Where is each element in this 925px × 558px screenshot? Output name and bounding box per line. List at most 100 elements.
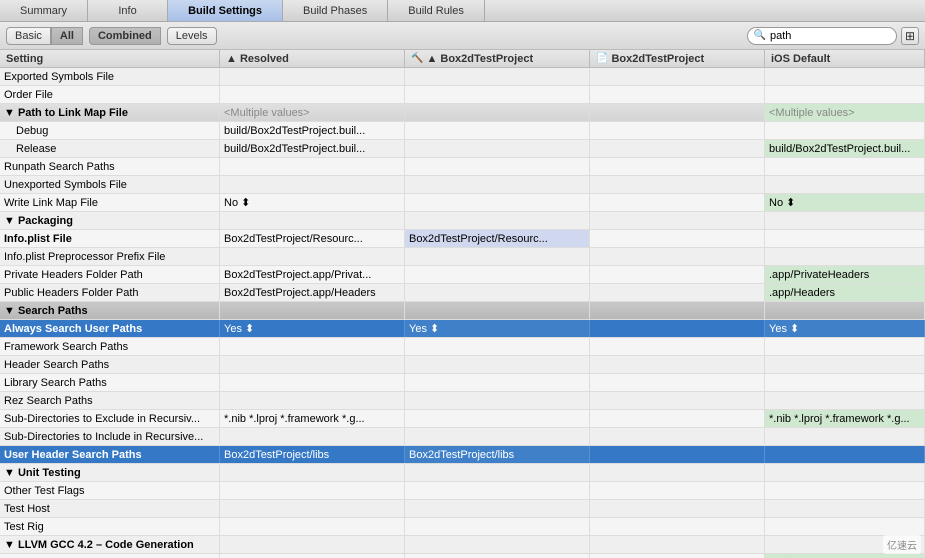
col-setting: Setting xyxy=(0,50,220,67)
cell-proj1 xyxy=(405,464,590,481)
cell-setting: ▼ Packaging xyxy=(0,212,220,229)
cell-setting: Header Search Paths xyxy=(0,356,220,373)
section-llvm: ▼ LLVM GCC 4.2 – Code Generation xyxy=(0,536,925,554)
table-row: Unexported Symbols File xyxy=(0,176,925,194)
table-row: Public Headers Folder Path Box2dTestProj… xyxy=(0,284,925,302)
cell-ios xyxy=(765,392,925,409)
cell-proj1 xyxy=(405,158,590,175)
cell-proj1 xyxy=(405,374,590,391)
cell-resolved: Box2dTestProject/libs xyxy=(220,446,405,463)
cell-setting: Order File xyxy=(0,86,220,103)
all-button[interactable]: All xyxy=(51,27,83,45)
cell-proj1 xyxy=(405,500,590,517)
table-row: Sub-Directories to Include in Recursive.… xyxy=(0,428,925,446)
cell-proj2 xyxy=(590,68,765,85)
cell-resolved: Box2dTestProject.app/Headers xyxy=(220,284,405,301)
section-search-paths: ▼ Search Paths xyxy=(0,302,925,320)
table-row: Info.plist File Box2dTestProject/Resourc… xyxy=(0,230,925,248)
cell-proj1 xyxy=(405,554,590,558)
cell-proj1 xyxy=(405,140,590,157)
cell-proj2 xyxy=(590,482,765,499)
table-row: Private Headers Folder Path Box2dTestPro… xyxy=(0,266,925,284)
cell-proj2 xyxy=(590,320,765,337)
table-row-user-header: User Header Search Paths Box2dTestProjec… xyxy=(0,446,925,464)
cell-proj2 xyxy=(590,104,765,121)
cell-resolved xyxy=(220,392,405,409)
cell-proj1 xyxy=(405,212,590,229)
cell-resolved: Box2dTestProject/Resourc... xyxy=(220,230,405,247)
cell-proj1 xyxy=(405,392,590,409)
cell-proj2 xyxy=(590,248,765,265)
cell-ios: .app/PrivateHeaders xyxy=(765,266,925,283)
tab-summary[interactable]: Summary xyxy=(0,0,88,21)
cell-resolved: *.nib *.lproj *.framework *.g... xyxy=(220,410,405,427)
cell-setting: Release xyxy=(0,140,220,157)
search-box: 🔍 xyxy=(747,27,897,45)
cell-setting: Public Headers Folder Path xyxy=(0,284,220,301)
cell-proj1 xyxy=(405,410,590,427)
cell-setting: Framework Search Paths xyxy=(0,338,220,355)
basic-button[interactable]: Basic xyxy=(6,27,51,45)
cell-proj1: Yes ⬍ xyxy=(405,320,590,337)
table-row: Debug build/Box2dTestProject.buil... xyxy=(0,122,925,140)
filter-button[interactable]: ⊞ xyxy=(901,27,919,45)
cell-resolved: build/Box2dTestProject.buil... xyxy=(220,140,405,157)
cell-setting: Write Link Map File xyxy=(0,194,220,211)
table-row: Test Host xyxy=(0,500,925,518)
cell-ios xyxy=(765,374,925,391)
cell-ios xyxy=(765,500,925,517)
cell-setting: Test Rig xyxy=(0,518,220,535)
column-headers: Setting ▲ Resolved 🔨 ▲ Box2dTestProject … xyxy=(0,50,925,68)
tab-build-settings[interactable]: Build Settings xyxy=(168,0,283,21)
top-tabs-bar: Summary Info Build Settings Build Phases… xyxy=(0,0,925,22)
table-row: Runpath Search Paths xyxy=(0,158,925,176)
cell-ios: No ⬍ xyxy=(765,194,925,211)
cell-ios xyxy=(765,338,925,355)
cell-proj2 xyxy=(590,302,765,319)
cell-proj1 xyxy=(405,86,590,103)
col-box2d1: 🔨 ▲ Box2dTestProject xyxy=(405,50,590,67)
table-row-always-search: Always Search User Paths Yes ⬍ Yes ⬍ Yes… xyxy=(0,320,925,338)
cell-ios xyxy=(765,68,925,85)
levels-button[interactable]: Levels xyxy=(167,27,217,45)
cell-setting: Other Test Flags xyxy=(0,482,220,499)
section-packaging: ▼ Packaging xyxy=(0,212,925,230)
cell-proj1 xyxy=(405,338,590,355)
cell-proj1 xyxy=(405,302,590,319)
cell-proj1: Box2dTestProject/libs xyxy=(405,446,590,463)
cell-setting: Test Host xyxy=(0,500,220,517)
table-row: Write Link Map File No ⬍ No ⬍ xyxy=(0,194,925,212)
table-row: Other Test Flags xyxy=(0,482,925,500)
cell-setting: Private Headers Folder Path xyxy=(0,266,220,283)
cell-setting: Rez Search Paths xyxy=(0,392,220,409)
cell-proj2 xyxy=(590,86,765,103)
toolbar: Basic All Combined Levels 🔍 ⊞ xyxy=(0,22,925,50)
tab-build-rules[interactable]: Build Rules xyxy=(388,0,485,21)
cell-proj2 xyxy=(590,428,765,445)
cell-resolved xyxy=(220,212,405,229)
cell-proj2 xyxy=(590,356,765,373)
cell-ios: *.nib *.lproj *.framework *.g... xyxy=(765,410,925,427)
table-row: Sub-Directories to Exclude in Recursiv..… xyxy=(0,410,925,428)
cell-resolved xyxy=(220,158,405,175)
cell-proj2 xyxy=(590,338,765,355)
cell-proj2 xyxy=(590,122,765,139)
cell-resolved: Box2dTestProject.app/Privat... xyxy=(220,266,405,283)
col-resolved: ▲ Resolved xyxy=(220,50,405,67)
search-icon: 🔍 xyxy=(754,30,766,41)
cell-proj2 xyxy=(590,536,765,553)
cell-setting: Library Search Paths xyxy=(0,374,220,391)
cell-proj2 xyxy=(590,446,765,463)
cell-proj2 xyxy=(590,194,765,211)
search-input[interactable] xyxy=(770,30,890,42)
cell-ios xyxy=(765,158,925,175)
tab-info[interactable]: Info xyxy=(88,0,168,21)
cell-resolved xyxy=(220,176,405,193)
cell-setting: Runpath Search Paths xyxy=(0,158,220,175)
cell-proj2 xyxy=(590,554,765,558)
combined-button[interactable]: Combined xyxy=(89,27,161,45)
table-row: Framework Search Paths xyxy=(0,338,925,356)
cell-proj2 xyxy=(590,230,765,247)
cell-proj1 xyxy=(405,194,590,211)
tab-build-phases[interactable]: Build Phases xyxy=(283,0,388,21)
